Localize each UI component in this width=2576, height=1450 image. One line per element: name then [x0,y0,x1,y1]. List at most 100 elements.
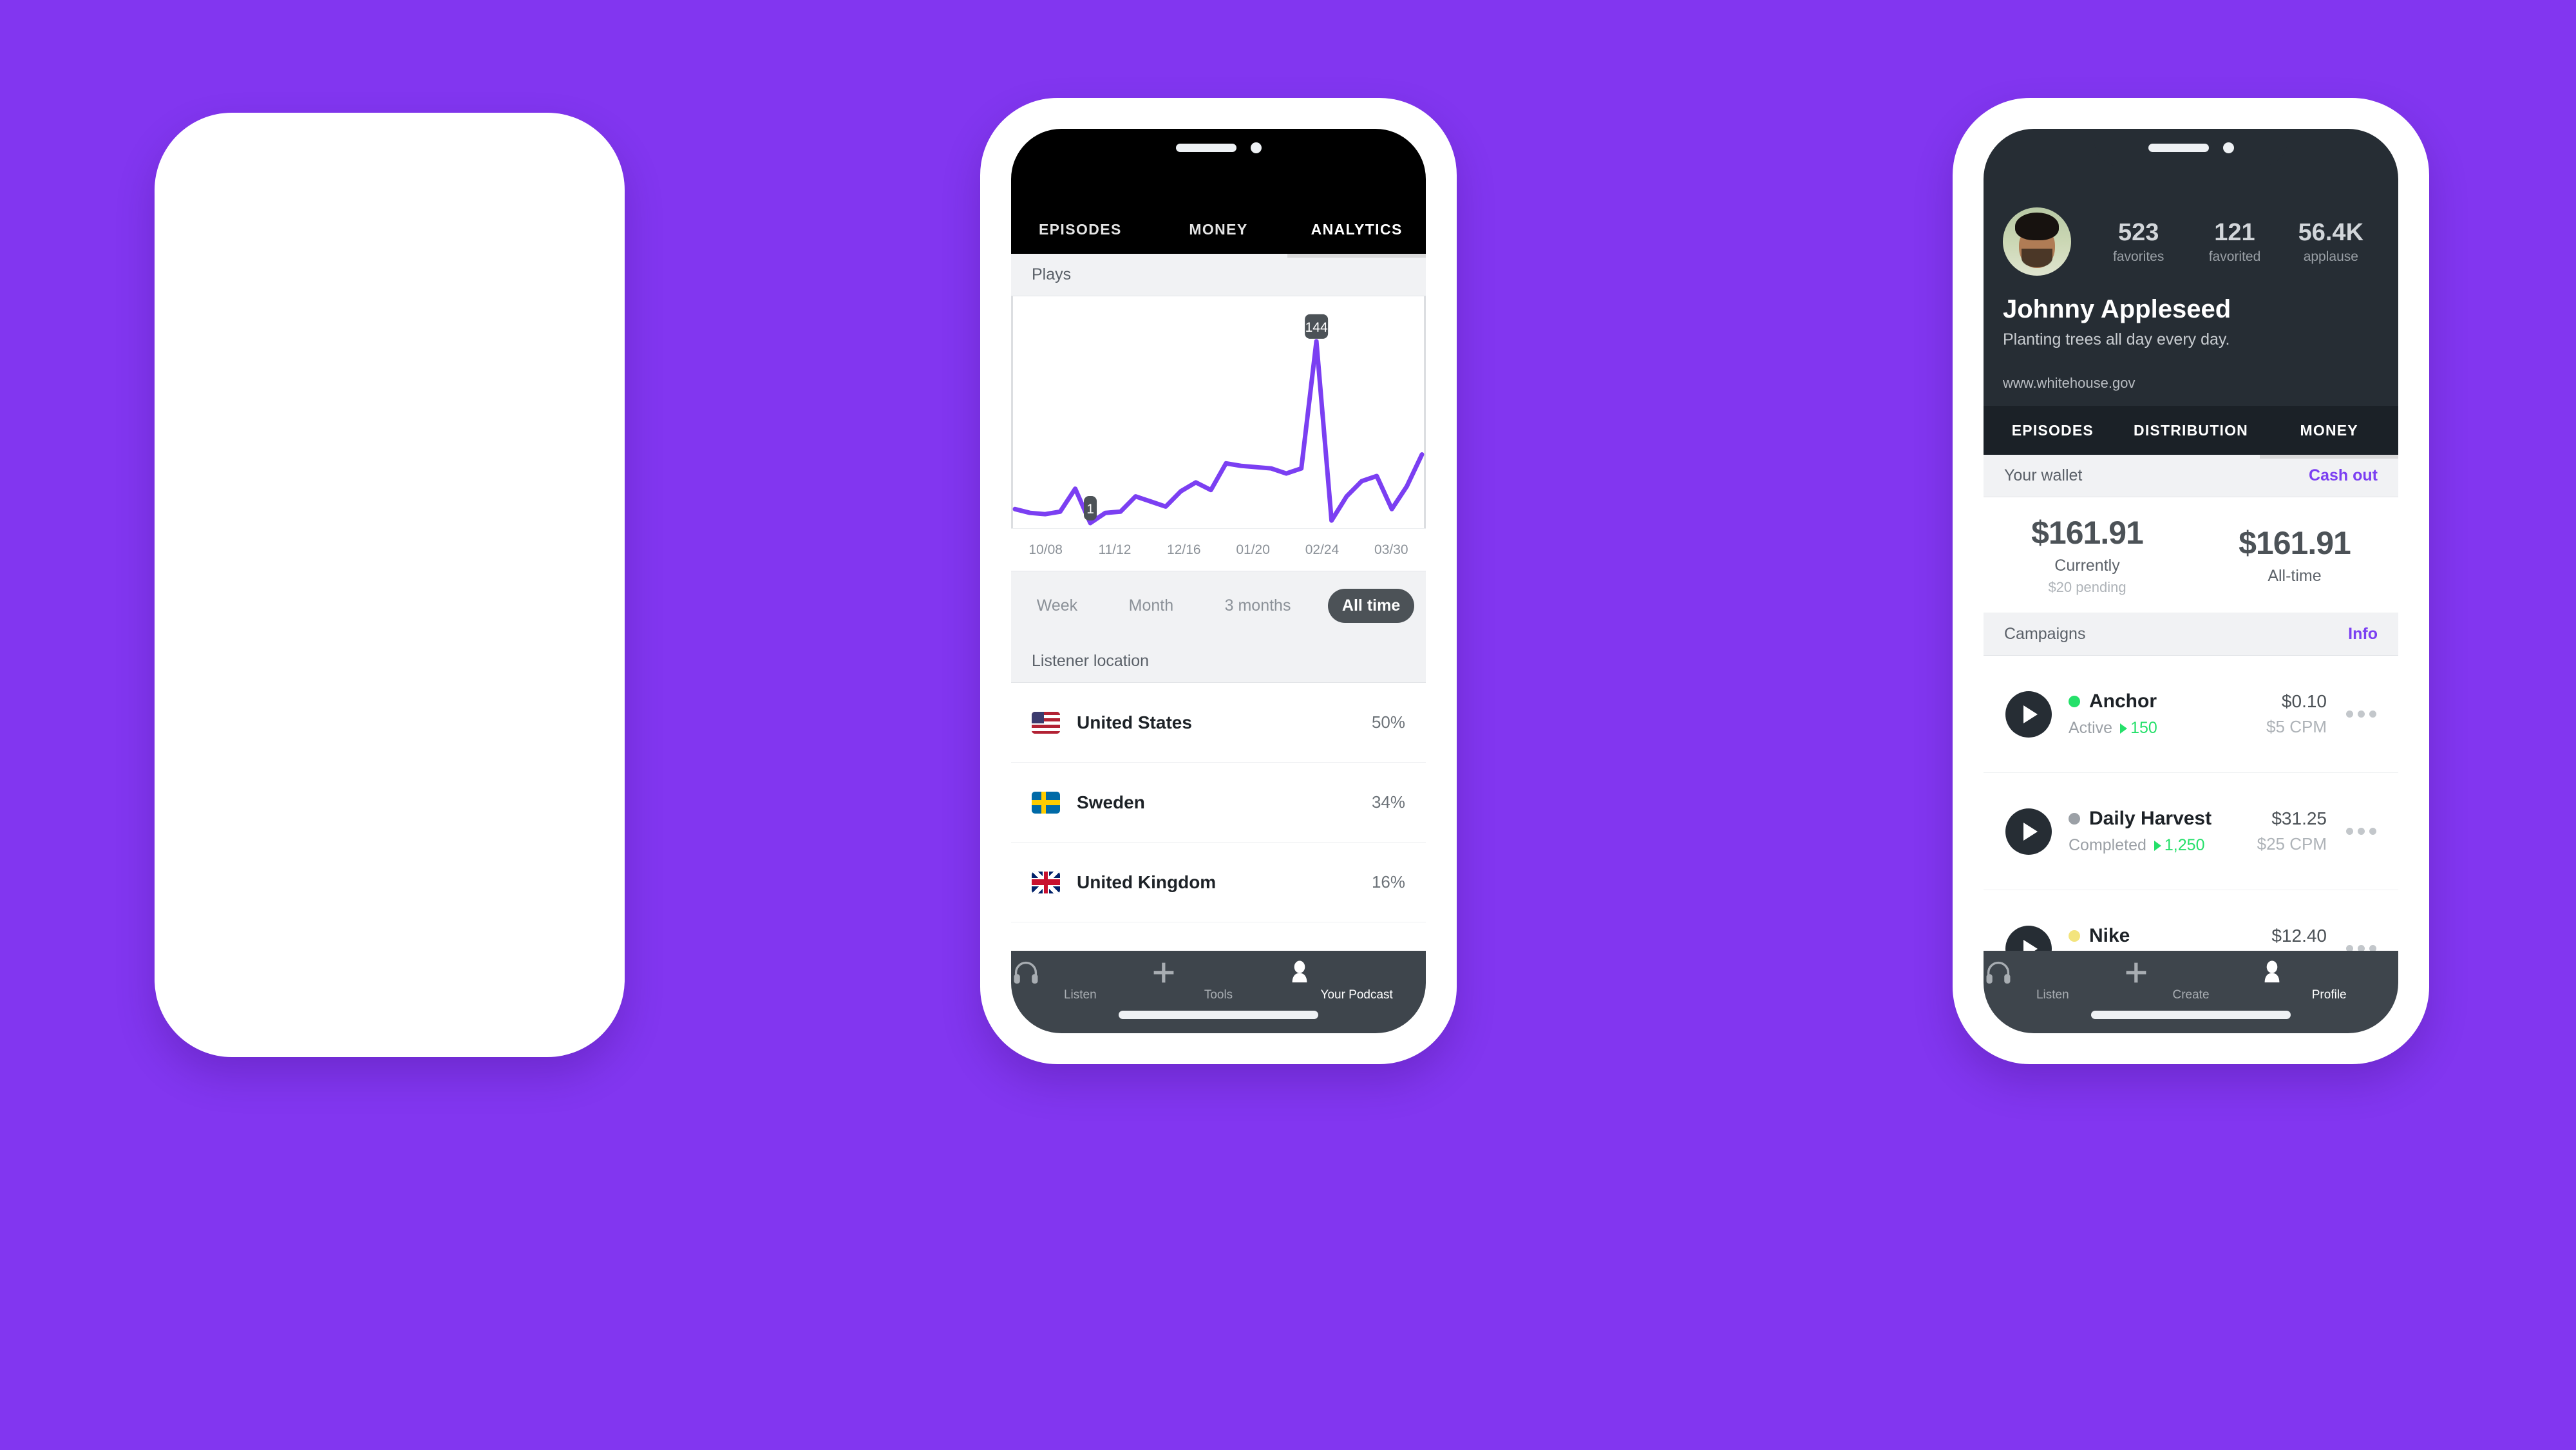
stat-label: applause [2303,249,2358,264]
tab-episodes[interactable]: EPISODES [1011,221,1150,238]
listener-location-header: Listener location [1011,640,1426,683]
play-icon[interactable] [2005,691,2052,738]
wallet-caption: All-time [2268,567,2322,585]
tab-money[interactable]: MONEY [2260,422,2398,439]
campaign-status: Active [2069,719,2113,737]
plays-section-header: Plays [1011,254,1426,296]
top-tabs: EPISODES MONEY ANALYTICS [1011,205,1426,258]
tab-active-underline [1287,254,1426,258]
status-dot [2069,696,2080,707]
wallet-section-header: Your wallet Cash out [1984,455,2398,497]
phone-2-screen: EPISODES MONEY ANALYTICS Plays 144 1 10/0… [1011,129,1426,1033]
campaign-status-row: Completed 1,250 [2069,836,2211,855]
cash-out-button[interactable]: Cash out [2309,466,2378,485]
play-icon[interactable] [2005,808,2052,855]
us-flag-icon [1032,711,1060,734]
front-camera-icon [2222,142,2234,153]
location-percent: 34% [1371,792,1405,812]
wallet-pending: $20 pending [2048,579,2126,595]
campaigns-info-button[interactable]: Info [2348,625,2378,644]
campaign-amount: $31.25 [2271,808,2327,828]
campaign-amount: $12.40 [2271,926,2327,946]
campaign-row[interactable]: Anchor Active 150 $0.10 $5 CPM [1984,656,2398,773]
campaign-name: Daily Harvest [2089,808,2212,829]
tab-money[interactable]: MONEY [1150,221,1288,238]
wallet-amount: $161.91 [2031,515,2144,551]
chart-series-line [1012,339,1425,526]
nav-listen[interactable]: Listen [1984,960,2122,1002]
campaign-name-row: Anchor [2069,691,2157,712]
location-name: United Kingdom [1077,872,1217,892]
x-tick-5: 03/30 [1374,542,1408,557]
nav-create[interactable]: Create [2122,960,2260,1002]
wallet-amounts: $161.91 Currently $20 pending $161.91 Al… [1984,497,2398,613]
overflow-menu-icon[interactable] [2346,828,2376,835]
range-all-time[interactable]: All time [1327,589,1415,623]
stat-applause[interactable]: 56.4K applause [2283,219,2379,265]
nav-label: Profile [2311,988,2347,1002]
wallet-caption: Currently [2054,557,2120,575]
overflow-menu-icon[interactable] [2346,711,2376,718]
stat-favorites[interactable]: 523 favorites [2090,219,2186,265]
status-dot [2069,930,2080,942]
range-month[interactable]: Month [1115,589,1188,623]
nav-your-podcast[interactable]: Your Podcast [1287,960,1426,1002]
campaign-name: Nike [2089,925,2130,946]
campaign-status: Completed [2069,836,2146,854]
x-tick-3: 01/20 [1236,542,1270,557]
avatar[interactable] [2003,207,2071,276]
profile-url[interactable]: www.whitehouse.gov [2003,375,2379,392]
home-indicator [2091,1011,2291,1019]
stat-value: 523 [2117,218,2159,246]
headphones-icon [1014,962,1038,984]
phone-2-frame: EPISODES MONEY ANALYTICS Plays 144 1 10/0… [980,98,1457,1064]
chart-x-axis: 10/08 11/12 12/16 01/20 02/24 03/30 [1011,528,1426,571]
phone-3-frame: 523 favorites 121 favorited 56.4K applau… [1953,98,2429,1064]
location-row-gb[interactable]: United Kingdom 16% [1011,843,1426,922]
stats-group: 523 favorites 121 favorited 56.4K applau… [2090,219,2379,265]
tab-distribution[interactable]: DISTRIBUTION [2122,422,2260,439]
avatar-hair [2015,213,2059,240]
stat-favorited[interactable]: 121 favorited [2186,219,2282,265]
campaign-name-row: Nike [2069,925,2159,947]
range-week[interactable]: Week [1023,589,1092,623]
location-percent: 16% [1371,872,1405,892]
time-range-selector: Week Month 3 months All time [1011,571,1426,640]
nav-profile[interactable]: Profile [2260,960,2398,1002]
bottom-nav: Listen Tools Your Podcast [1011,951,1426,1033]
campaign-plays: 150 [2120,719,2157,738]
tab-analytics[interactable]: ANALYTICS [1287,221,1426,238]
location-name: United States [1077,712,1192,732]
campaign-info: Daily Harvest Completed 1,250 [2069,808,2211,855]
bottom-nav: Listen Create Profile [1984,951,2398,1033]
location-row-us[interactable]: United States 50% [1011,683,1426,763]
tab-episodes[interactable]: EPISODES [1984,422,2122,439]
nav-tools[interactable]: Tools [1150,960,1288,1002]
avatar-beard [2021,248,2053,268]
stat-label: favorites [2112,249,2164,264]
nav-label: Tools [1204,988,1233,1002]
play-small-icon [2154,840,2161,851]
range-3-months[interactable]: 3 months [1211,589,1305,623]
headphones-icon [1986,962,2011,984]
se-flag-icon [1032,791,1060,814]
location-row-se[interactable]: Sweden 34% [1011,763,1426,843]
svg-text:144: 144 [1305,320,1328,335]
x-tick-1: 11/12 [1098,542,1132,557]
wallet-alltime: $161.91 All-time [2191,524,2398,586]
phone-3-notch [2094,129,2287,166]
phone-1-frame: ✕ We're finishing your podcast setup Thi… [155,113,625,1057]
campaign-plays: 1,250 [2154,836,2204,855]
campaign-money: $0.10 $5 CPM [2266,691,2327,737]
nav-listen[interactable]: Listen [1011,960,1150,1002]
campaign-cpm: $5 CPM [2266,717,2327,736]
campaign-name: Anchor [2089,691,2157,712]
plus-icon [1153,962,1174,983]
campaign-amount: $0.10 [2281,691,2327,711]
campaign-row[interactable]: Daily Harvest Completed 1,250 $31.25 $25… [1984,773,2398,890]
x-tick-0: 10/08 [1028,542,1063,557]
campaign-status-row: Active 150 [2069,719,2157,738]
speaker-grill-icon [1175,143,1236,152]
campaign-cpm: $25 CPM [2257,834,2327,854]
x-tick-4: 02/24 [1305,542,1340,557]
